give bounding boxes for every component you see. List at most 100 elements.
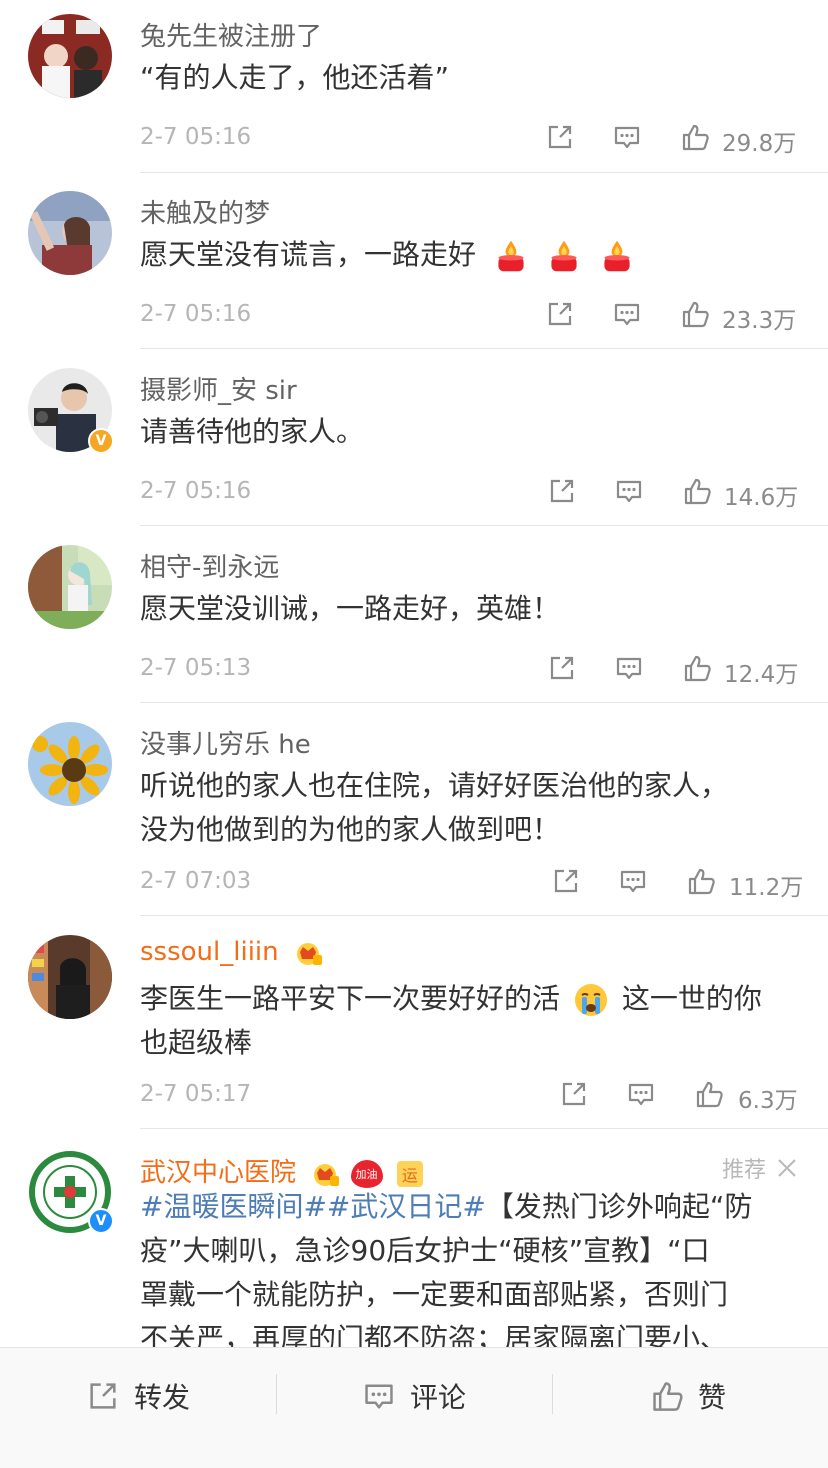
like-button[interactable]: 赞 bbox=[650, 1376, 726, 1416]
comment-text-line: 听说他的家人也在住院，请好好医治他的家人， bbox=[140, 769, 729, 802]
share-icon bbox=[545, 299, 575, 329]
like-count: 6.3万 bbox=[738, 1088, 798, 1114]
reply-button[interactable] bbox=[614, 652, 644, 684]
like-button[interactable] bbox=[682, 652, 712, 684]
like-count: 29.8万 bbox=[722, 131, 797, 157]
post-text-line: #温暖医瞬间##武汉日记#【发热门诊外响起“防 bbox=[140, 1185, 798, 1229]
comment-icon bbox=[612, 299, 642, 329]
username-text: sssoul_liiin bbox=[140, 937, 279, 967]
heart-badge-icon: 加油 bbox=[350, 1159, 383, 1188]
reply-button[interactable] bbox=[612, 121, 642, 153]
reply-button[interactable] bbox=[614, 475, 644, 507]
comment-text: 请善待他的家人。 bbox=[140, 415, 365, 448]
reply-button[interactable] bbox=[626, 1078, 656, 1110]
divider bbox=[552, 1374, 553, 1414]
like-button[interactable] bbox=[694, 1078, 724, 1110]
avatar[interactable] bbox=[28, 722, 112, 806]
username[interactable]: 兔先生被注册了 bbox=[140, 16, 322, 53]
username[interactable]: 没事儿穷乐 he bbox=[140, 724, 311, 761]
thumbs-up-icon bbox=[686, 866, 716, 896]
share-button[interactable] bbox=[559, 1078, 589, 1110]
divider bbox=[276, 1374, 277, 1414]
like-count: 14.6万 bbox=[724, 485, 799, 511]
like-button[interactable] bbox=[682, 475, 712, 507]
share-icon bbox=[547, 653, 577, 683]
divider bbox=[140, 915, 828, 916]
share-icon bbox=[559, 1079, 589, 1109]
share-button[interactable] bbox=[551, 865, 581, 897]
share-button[interactable] bbox=[545, 298, 575, 330]
avatar[interactable] bbox=[28, 935, 112, 1019]
candle-emoji-icon bbox=[493, 238, 529, 274]
repost-label: 转发 bbox=[134, 1381, 191, 1414]
post-text-line: 罩戴一个就能防护，一定要和面部贴紧，否则门 bbox=[140, 1278, 729, 1311]
share-button[interactable] bbox=[545, 121, 575, 153]
yun-badge-icon: 运 bbox=[396, 1160, 423, 1187]
candle-emoji-icon bbox=[599, 238, 635, 274]
bottom-action-bar: 转发 评论 赞 bbox=[0, 1347, 828, 1468]
comment-text-line: 没为他做到的为他的家人做到吧！ bbox=[140, 813, 561, 846]
thumbs-up-icon bbox=[680, 122, 710, 152]
comment-icon bbox=[614, 653, 644, 683]
vip-crown-icon bbox=[310, 1161, 340, 1187]
recommend-text: 推荐 bbox=[721, 1158, 766, 1183]
divider bbox=[140, 348, 828, 349]
share-button[interactable] bbox=[547, 475, 577, 507]
comment-text-part: 李医生一路平安下一次要好好的活 bbox=[140, 982, 561, 1015]
like-label: 赞 bbox=[698, 1381, 727, 1414]
divider bbox=[140, 1128, 828, 1129]
thumbs-up-icon bbox=[650, 1379, 684, 1413]
divider bbox=[140, 702, 828, 703]
username[interactable]: 武汉中心医院 加油 运 bbox=[140, 1152, 423, 1189]
like-button[interactable] bbox=[686, 865, 716, 897]
timestamp: 2-7 05:13 bbox=[140, 655, 252, 681]
timestamp: 2-7 05:16 bbox=[140, 301, 252, 327]
divider bbox=[140, 172, 828, 173]
comment-icon bbox=[614, 476, 644, 506]
thumbs-up-icon bbox=[682, 476, 712, 506]
verified-badge-icon: V bbox=[88, 1208, 114, 1234]
timestamp: 2-7 05:16 bbox=[140, 124, 252, 150]
comment-text-line: 也超级棒 bbox=[140, 1026, 253, 1059]
like-button[interactable] bbox=[680, 298, 710, 330]
comment-button[interactable]: 评论 bbox=[362, 1376, 466, 1416]
candle-emoji-icon bbox=[546, 238, 582, 274]
username[interactable]: 未触及的梦 bbox=[140, 193, 270, 230]
username[interactable]: 摄影师_安 sir bbox=[140, 370, 297, 407]
timestamp: 2-7 07:03 bbox=[140, 868, 252, 894]
comment-icon bbox=[626, 1079, 656, 1109]
avatar[interactable] bbox=[28, 191, 112, 275]
comment-label: 评论 bbox=[410, 1381, 467, 1414]
verified-badge-icon: V bbox=[88, 428, 114, 454]
like-count: 23.3万 bbox=[722, 308, 797, 334]
thumbs-up-icon bbox=[694, 1079, 724, 1109]
username[interactable]: sssoul_liiin bbox=[140, 937, 323, 967]
repost-button[interactable]: 转发 bbox=[86, 1376, 190, 1416]
share-icon bbox=[547, 476, 577, 506]
comment-text: “有的人走了，他还活着” bbox=[140, 61, 450, 94]
post-text-part: 【发热门诊外响起“防 bbox=[485, 1190, 753, 1223]
comment-icon bbox=[612, 122, 642, 152]
reply-button[interactable] bbox=[618, 865, 648, 897]
comment-text-part: 这一世的你 bbox=[621, 982, 762, 1015]
recommend-label: 推荐 bbox=[722, 1152, 798, 1184]
reply-button[interactable] bbox=[612, 298, 642, 330]
share-button[interactable] bbox=[547, 652, 577, 684]
divider bbox=[140, 525, 828, 526]
timestamp: 2-7 05:16 bbox=[140, 478, 252, 504]
comment-icon bbox=[618, 866, 648, 896]
timestamp: 2-7 05:17 bbox=[140, 1081, 252, 1107]
post-text-line: 疫”大喇叭，急诊90后女护士“硬核”宣教】“口 bbox=[140, 1234, 710, 1267]
comment-text-line: 李医生一路平安下一次要好好的活 这一世的你 bbox=[140, 977, 798, 1021]
share-icon bbox=[545, 122, 575, 152]
avatar[interactable] bbox=[28, 14, 112, 98]
share-icon bbox=[86, 1379, 120, 1413]
like-button[interactable] bbox=[680, 121, 710, 153]
crying-face-emoji-icon bbox=[574, 984, 607, 1016]
avatar[interactable] bbox=[28, 545, 112, 629]
close-icon[interactable] bbox=[776, 1157, 798, 1179]
username[interactable]: 相守-到永远 bbox=[140, 547, 279, 584]
username-text: 武汉中心医院 bbox=[140, 1158, 297, 1188]
thumbs-up-icon bbox=[680, 299, 710, 329]
topic-link[interactable]: #温暖医瞬间##武汉日记# bbox=[140, 1190, 486, 1223]
